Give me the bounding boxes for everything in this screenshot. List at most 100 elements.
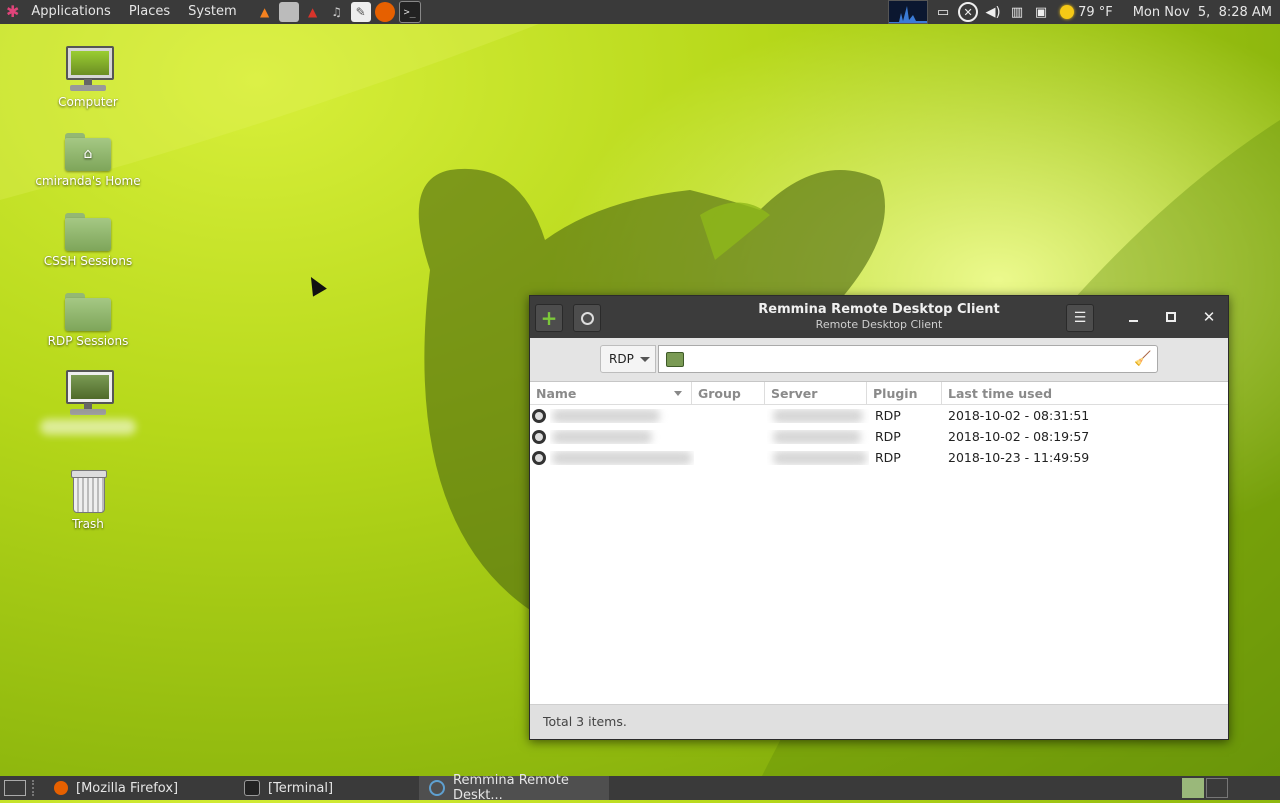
terminal-icon[interactable]: >_	[398, 1, 421, 23]
column-label: Server	[771, 386, 818, 401]
volume-icon[interactable]: ◀)	[984, 3, 1002, 21]
main-menu: ✱ Applications Places System	[0, 0, 249, 24]
task-label: Remmina Remote Deskt...	[453, 773, 569, 803]
column-label: Name	[536, 386, 577, 401]
terminal-icon	[244, 780, 260, 796]
remmina-icon	[429, 780, 445, 796]
column-header-group[interactable]: Group	[692, 382, 765, 404]
column-label: Plugin	[873, 386, 918, 401]
system-tray: ▭ ✕ ◀) ▥ ▣ 79 °F Mon Nov 5, 8:28 AM	[888, 0, 1280, 24]
hamburger-menu-button[interactable]: ☰	[1066, 304, 1094, 332]
task-terminal[interactable]: [Terminal]	[234, 776, 419, 800]
audio-app-icon[interactable]: ♫	[327, 2, 347, 22]
launcher-bar: ▲ ▲ ♫ ✎ >_	[255, 1, 421, 23]
clock[interactable]: Mon Nov 5, 8:28 AM	[1133, 5, 1272, 20]
window-title-text: Remmina Remote Desktop Client	[758, 302, 1000, 317]
folder-icon	[65, 213, 111, 251]
vlc-icon[interactable]: ▲	[255, 2, 275, 22]
task-label: [Terminal]	[268, 780, 334, 796]
bottom-panel: [Mozilla Firefox] [Terminal] Remmina Rem…	[0, 773, 1280, 803]
menu-system[interactable]: System	[182, 0, 242, 24]
row-last-used: 2018-10-02 - 08:31:51	[948, 408, 1090, 423]
desktop-icon-label: Computer	[58, 95, 118, 109]
temperature: 79 °F	[1078, 4, 1113, 20]
task-remmina[interactable]: Remmina Remote Deskt...	[419, 773, 609, 803]
show-desktop-icon[interactable]	[4, 780, 26, 796]
desktop-icon-label	[40, 419, 136, 435]
maximize-icon	[1166, 312, 1176, 322]
window-titlebar[interactable]: + Remmina Remote Desktop Client Remote D…	[530, 296, 1228, 338]
row-plugin: RDP	[875, 450, 901, 465]
desktop-icon-home[interactable]: ⌂ cmiranda's Home	[33, 133, 143, 188]
connection-icon	[666, 352, 684, 367]
trash-icon	[69, 468, 107, 514]
remote-desktop-icon	[64, 370, 114, 416]
mate-logo-icon[interactable]: ✱	[6, 0, 19, 24]
printer-icon[interactable]: ▣	[1032, 3, 1050, 21]
table-row[interactable]: RDP 2018-10-23 - 11:49:59	[530, 447, 1228, 468]
weather-applet[interactable]: 79 °F	[1060, 5, 1113, 20]
new-connection-button[interactable]: +	[535, 304, 563, 332]
menu-places[interactable]: Places	[123, 0, 176, 24]
sort-descending-icon	[674, 391, 682, 396]
file-manager-icon[interactable]	[278, 2, 299, 22]
column-header-plugin[interactable]: Plugin	[867, 382, 942, 404]
protocol-select[interactable]: RDP	[600, 345, 656, 373]
task-firefox[interactable]: [Mozilla Firefox]	[44, 776, 234, 800]
row-name	[550, 408, 694, 423]
clear-broom-icon[interactable]: 🧹	[1134, 350, 1152, 368]
folder-icon	[65, 293, 111, 331]
chevron-down-icon	[639, 356, 650, 362]
firefox-icon[interactable]	[374, 2, 395, 22]
search-toggle-button[interactable]	[573, 304, 601, 332]
desktop-icon-cssh-sessions[interactable]: CSSH Sessions	[33, 213, 143, 268]
row-server	[767, 408, 869, 423]
plus-icon: +	[540, 306, 558, 330]
protocol-select-value: RDP	[609, 352, 634, 366]
sun-icon	[1060, 5, 1075, 19]
table-row[interactable]: RDP 2018-10-02 - 08:19:57	[530, 426, 1228, 447]
remote-connection-icon	[532, 429, 546, 444]
workspace-2[interactable]	[1206, 778, 1228, 798]
desktop-icon-remote[interactable]	[33, 370, 143, 435]
desktop-icon-label: RDP Sessions	[47, 334, 129, 348]
top-panel: ✱ Applications Places System ▲ ▲ ♫ ✎ >_ …	[0, 0, 1280, 24]
display-icon[interactable]: ▭	[934, 3, 952, 21]
row-plugin: RDP	[875, 429, 901, 444]
row-server	[767, 450, 869, 465]
table-header: Name Group Server Plugin Last time used	[530, 382, 1228, 405]
network-icon[interactable]: ▥	[1008, 3, 1026, 21]
close-button[interactable]: ✕	[1200, 308, 1218, 326]
remmina-window: + Remmina Remote Desktop Client Remote D…	[529, 295, 1229, 740]
row-name	[550, 450, 694, 465]
panel-handle-icon	[32, 780, 38, 796]
workspace-1[interactable]	[1182, 778, 1204, 798]
system-monitor-graph[interactable]	[888, 0, 929, 24]
close-icon: ✕	[1202, 308, 1216, 326]
column-header-name[interactable]: Name	[530, 382, 692, 404]
column-header-last-used[interactable]: Last time used	[942, 382, 1228, 404]
column-label: Group	[698, 386, 741, 401]
table-row[interactable]: RDP 2018-10-02 - 08:31:51	[530, 405, 1228, 426]
minimize-button[interactable]	[1124, 308, 1142, 326]
maximize-button[interactable]	[1162, 308, 1180, 326]
row-last-used: 2018-10-02 - 08:19:57	[948, 429, 1090, 444]
column-header-server[interactable]: Server	[765, 382, 867, 404]
app-launcher-icon[interactable]: ▲	[303, 2, 323, 22]
window-subtitle-text: Remote Desktop Client	[815, 318, 943, 331]
remmina-tray-icon[interactable]: ✕	[958, 2, 979, 22]
desktop-icon-trash[interactable]: Trash	[33, 468, 143, 531]
row-server	[767, 429, 869, 444]
remote-connection-icon	[532, 450, 546, 465]
home-folder-icon: ⌂	[65, 133, 111, 171]
desktop-icon-computer[interactable]: Computer	[33, 46, 143, 109]
desktop-icon-rdp-sessions[interactable]: RDP Sessions	[33, 293, 143, 348]
desktop-icon-label: Trash	[72, 517, 104, 531]
search-bar: RDP 🧹	[530, 338, 1228, 382]
row-name	[550, 429, 694, 444]
column-label: Last time used	[948, 386, 1053, 401]
text-editor-icon[interactable]: ✎	[350, 2, 371, 22]
quick-connect-input[interactable]	[658, 345, 1158, 373]
menu-applications[interactable]: Applications	[25, 0, 116, 24]
desktop-icon-label: CSSH Sessions	[43, 254, 133, 268]
